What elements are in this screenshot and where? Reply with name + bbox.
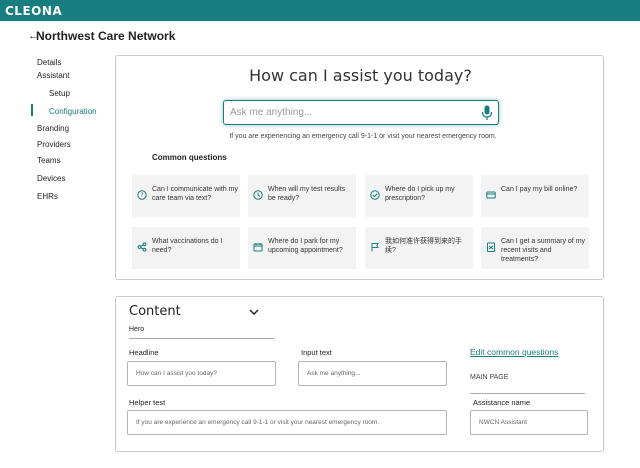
calendar-icon [253, 243, 263, 252]
question-card[interactable]: 我如何准许获得到来的手续? [365, 227, 473, 269]
helper-text-value: If you are experience an emergency call … [136, 419, 380, 426]
helper-text-field[interactable]: If you are experience an emergency call … [127, 410, 447, 435]
page-title: Northwest Care Network [36, 29, 176, 43]
question-card[interactable]: What vaccinations do I need? [132, 227, 240, 269]
helper-text-label: Helper test [129, 398, 166, 407]
sidebar-item-configuration[interactable]: Configuration [49, 107, 97, 116]
assistance-name-label: Assistance name [473, 398, 531, 407]
sidebar-item-providers[interactable]: Providers [37, 140, 71, 149]
sidebar-item-branding[interactable]: Branding [37, 124, 69, 133]
question-text: Where do I park for my upcoming appointm… [268, 238, 343, 254]
question-text: Can I pay my bill online? [501, 186, 578, 193]
input-text-value: Ask me anything... [307, 370, 361, 377]
preview-heading: How can I assist you today? [249, 66, 472, 85]
question-card[interactable]: Where do I pick up my prescription? [365, 175, 473, 217]
common-questions-title: Common questions [152, 153, 227, 162]
input-text-field[interactable]: Ask me anything... [298, 361, 447, 386]
question-text: 我如何准许获得到来的手续? [385, 238, 462, 254]
sidebar-item-assistant[interactable]: Assistant [37, 71, 69, 80]
question-card[interactable]: Can I get a summary of my recent visits … [481, 227, 589, 269]
headline-field[interactable]: How can I assist you today? [127, 361, 276, 386]
assistant-preview-panel: How can I assist you today? Ask me anyth… [115, 55, 604, 280]
main-page-label: MAIN PAGE [470, 374, 509, 381]
flag-icon [371, 243, 379, 252]
active-indicator [31, 104, 33, 116]
check-circle-icon [370, 190, 380, 200]
divider [129, 338, 274, 339]
chevron-down-icon[interactable] [249, 308, 259, 316]
hero-label: Hero [129, 326, 145, 333]
clock-icon [253, 190, 263, 200]
question-card[interactable]: ? Can I communicate with my care team vi… [132, 175, 240, 217]
document-icon [487, 242, 495, 252]
edit-common-questions-link[interactable]: Edit common questions [470, 347, 558, 357]
question-circle-icon: ? [137, 190, 147, 200]
sidebar-item-teams[interactable]: Teams [37, 156, 61, 165]
question-text: Can I get a summary of my recent visits … [501, 238, 586, 263]
divider [470, 393, 585, 394]
sidebar-item-details[interactable]: Details [37, 58, 61, 67]
share-icon [137, 242, 147, 252]
question-text: Where do I pick up my prescription? [385, 186, 455, 202]
search-placeholder: Ask me anything... [230, 107, 313, 118]
question-text: Can I communicate with my care team via … [152, 186, 238, 202]
assistance-name-field[interactable]: NWCN Assistant [470, 410, 588, 435]
question-text: When will my test results be ready? [268, 186, 346, 202]
sidebar-item-setup[interactable]: Setup [49, 89, 70, 98]
headline-value: How can I assist you today? [136, 370, 217, 377]
microphone-icon[interactable] [481, 105, 493, 121]
search-input[interactable]: Ask me anything... [223, 100, 499, 125]
emergency-disclaimer: If you are experiencing an emergency cal… [229, 133, 497, 140]
content-title: Content [129, 304, 181, 319]
svg-text:?: ? [140, 192, 143, 199]
headline-label: Headline [129, 348, 159, 357]
question-card[interactable]: Can I pay my bill online? [481, 175, 589, 217]
input-text-label: Input text [301, 348, 332, 357]
sidebar-item-ehrs[interactable]: EHRs [37, 192, 58, 201]
assistance-name-value: NWCN Assistant [479, 419, 528, 426]
content-panel: Content Hero Headline How can I assist y… [115, 296, 604, 452]
sidebar-item-devices[interactable]: Devices [37, 174, 65, 183]
question-card[interactable]: When will my test results be ready? [248, 175, 356, 217]
credit-card-icon [486, 191, 496, 199]
question-card[interactable]: Where do I park for my upcoming appointm… [248, 227, 356, 269]
logo: CLEONA [5, 4, 63, 18]
top-bar: CLEONA [0, 0, 640, 21]
question-text: What vaccinations do I need? [152, 238, 223, 254]
